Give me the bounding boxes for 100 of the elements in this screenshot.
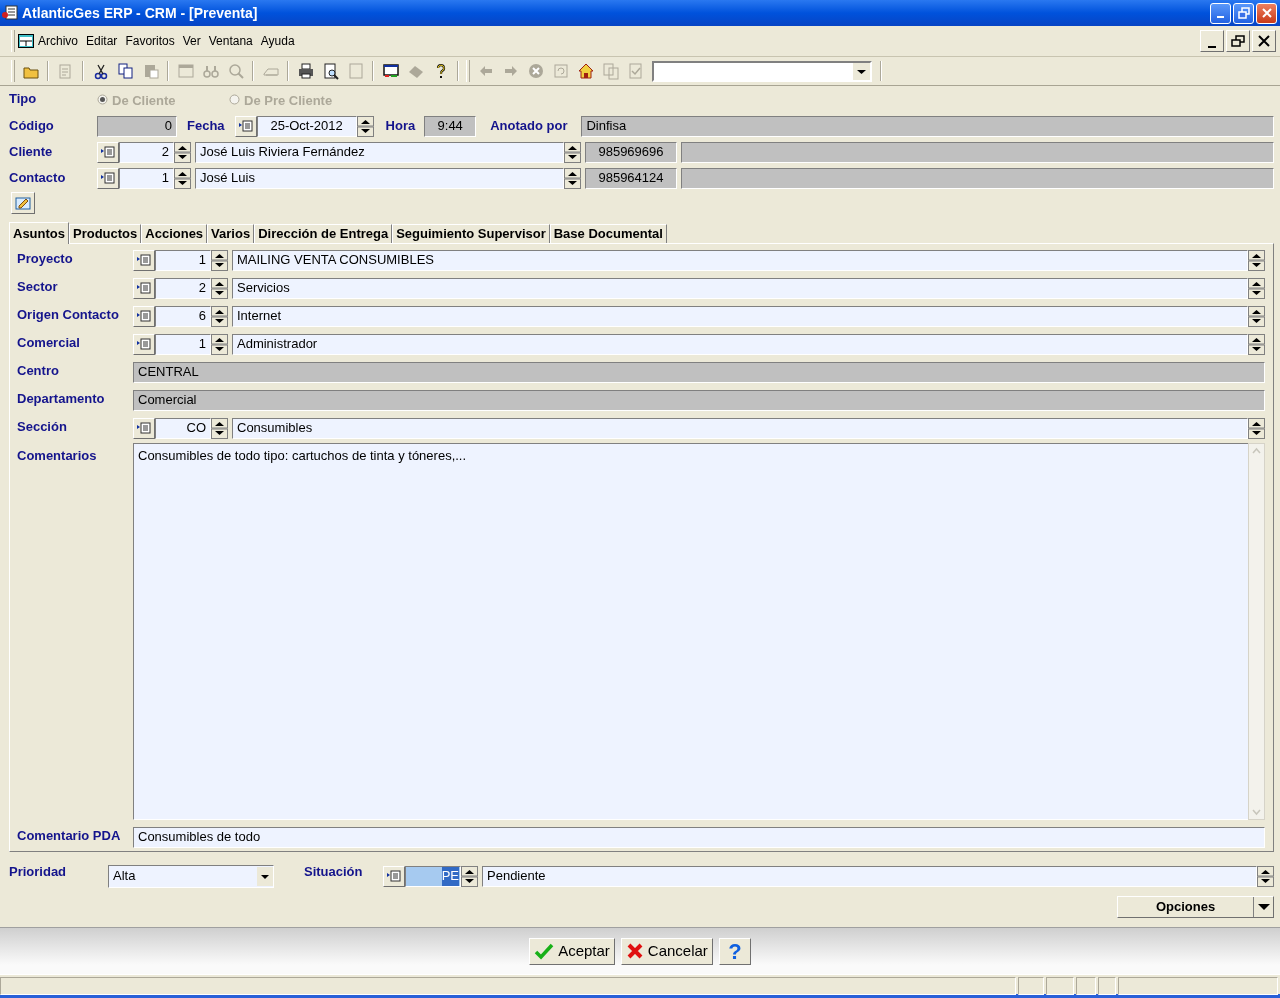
- spin-buttons[interactable]: [211, 277, 228, 299]
- restore-icon: [1237, 7, 1250, 19]
- field-label: Código: [9, 117, 55, 136]
- spin-buttons[interactable]: [211, 333, 228, 355]
- tab[interactable]: Seguimiento Supervisor: [392, 224, 550, 243]
- field-label: Anotado por: [490, 117, 568, 136]
- lookup-button[interactable]: [133, 305, 155, 327]
- menu-item[interactable]: Archivo: [34, 31, 82, 51]
- tab[interactable]: Dirección de Entrega: [254, 224, 393, 243]
- spin-buttons[interactable]: [211, 417, 228, 439]
- scrollbar[interactable]: [1248, 443, 1265, 820]
- spin-buttons[interactable]: [211, 249, 228, 271]
- caret-icon: [1253, 897, 1273, 917]
- list-icon: [137, 422, 151, 434]
- checkmark-icon: [534, 942, 555, 960]
- field-label: Fecha: [187, 117, 225, 136]
- spin-buttons[interactable]: [174, 141, 191, 163]
- lookup-button[interactable]: [133, 249, 155, 271]
- menu-item[interactable]: Ver: [178, 31, 205, 51]
- field-label: Contacto: [9, 169, 67, 188]
- app-icon: [2, 5, 18, 21]
- lookup-button[interactable]: [97, 167, 119, 189]
- menu-item[interactable]: Editar: [82, 31, 122, 51]
- code-field[interactable]: 1: [155, 333, 211, 355]
- menu-item[interactable]: Ventana: [204, 31, 257, 51]
- options-button[interactable]: Opciones: [1117, 896, 1274, 918]
- lookup-button[interactable]: [133, 277, 155, 299]
- code-field[interactable]: 2: [155, 277, 211, 299]
- spin-buttons[interactable]: [461, 865, 478, 887]
- minimize-button[interactable]: [1200, 30, 1224, 52]
- field-label: Tipo: [9, 90, 38, 108]
- field-label: Origen Contacto: [17, 306, 120, 324]
- window-title: AtlanticGes ERP - CRM - [Preventa]: [22, 3, 258, 23]
- restore-button[interactable]: [1226, 30, 1250, 52]
- date-field[interactable]: 25-Oct-2012: [256, 115, 357, 137]
- spin-buttons[interactable]: [1248, 333, 1265, 355]
- name-field[interactable]: Administrador: [232, 333, 1248, 355]
- list-icon: [387, 870, 401, 882]
- status-bar-panel: [1018, 977, 1044, 995]
- spin-buttons[interactable]: [211, 305, 228, 327]
- accept-button[interactable]: Aceptar: [529, 937, 615, 965]
- code-field[interactable]: 1: [155, 249, 211, 271]
- tab[interactable]: Acciones: [141, 224, 208, 243]
- name-field[interactable]: José Luis: [195, 167, 564, 189]
- lookup-button[interactable]: [234, 115, 257, 137]
- name-field[interactable]: Internet: [232, 305, 1248, 327]
- notepad-icon: [15, 196, 31, 210]
- spin-buttons[interactable]: [1257, 865, 1274, 887]
- spin-buttons[interactable]: [1248, 417, 1265, 439]
- list-icon: [137, 282, 151, 294]
- spin-buttons[interactable]: [1248, 277, 1265, 299]
- lookup-button[interactable]: [133, 417, 155, 439]
- field-label: Hora: [385, 117, 416, 136]
- list-icon: [101, 146, 115, 158]
- tab[interactable]: Varios: [207, 224, 255, 243]
- spin-buttons[interactable]: [1248, 249, 1265, 271]
- lookup-button[interactable]: [97, 141, 119, 163]
- field-label: Sección: [17, 418, 68, 436]
- spin-buttons[interactable]: [564, 141, 581, 163]
- menu-item[interactable]: Favoritos: [121, 31, 179, 51]
- name-field[interactable]: Consumibles: [232, 417, 1248, 439]
- user-field: Dinfisa: [581, 115, 1274, 137]
- cancel-button[interactable]: Cancelar: [620, 937, 713, 965]
- field-label: Comentario PDA: [17, 827, 122, 845]
- text-field[interactable]: Consumibles de todo: [133, 826, 1265, 848]
- code-field[interactable]: 2: [119, 141, 174, 163]
- code-field[interactable]: CO: [155, 417, 211, 439]
- help-button[interactable]: ?: [718, 937, 751, 965]
- close-icon: [1260, 7, 1273, 19]
- tab[interactable]: Base Documental: [549, 224, 667, 243]
- field-label: Situación: [304, 863, 364, 881]
- code-field[interactable]: 1: [119, 167, 174, 189]
- close-button[interactable]: [1252, 30, 1276, 52]
- lookup-button[interactable]: [383, 865, 405, 887]
- time-field: 9:44: [424, 115, 477, 137]
- tab[interactable]: Asuntos: [9, 222, 69, 244]
- toolbar-combo[interactable]: [652, 60, 872, 82]
- name-field[interactable]: José Luis Riviera Fernández: [195, 141, 564, 163]
- window-icon: [18, 34, 34, 48]
- spin-buttons[interactable]: [564, 167, 581, 189]
- comments-area[interactable]: Consumibles de todo tipo: cartuchos de tinta y tóneres,...: [133, 443, 1248, 820]
- spin-buttons[interactable]: [356, 115, 374, 137]
- spin-buttons[interactable]: [174, 167, 191, 189]
- name-field[interactable]: Servicios: [232, 277, 1248, 299]
- status-bar-panel: [1046, 977, 1074, 995]
- menu-item[interactable]: Ayuda: [256, 31, 299, 51]
- minimize-icon: [1217, 16, 1224, 18]
- name-field[interactable]: Pendiente: [482, 865, 1257, 887]
- status-bar-panel: [1098, 977, 1116, 995]
- tab[interactable]: Productos: [69, 224, 142, 243]
- code-field[interactable]: PE: [405, 865, 461, 887]
- list-icon: [137, 254, 151, 266]
- spin-buttons[interactable]: [1248, 305, 1265, 327]
- name-field[interactable]: MAILING VENTA CONSUMIBLES: [232, 249, 1248, 271]
- code-field[interactable]: 6: [155, 305, 211, 327]
- edit-note-button[interactable]: [11, 192, 35, 214]
- restore-icon: [1231, 35, 1245, 47]
- lookup-button[interactable]: [133, 333, 155, 355]
- priority-select[interactable]: Alta: [108, 864, 274, 888]
- code-field: 0: [97, 115, 177, 137]
